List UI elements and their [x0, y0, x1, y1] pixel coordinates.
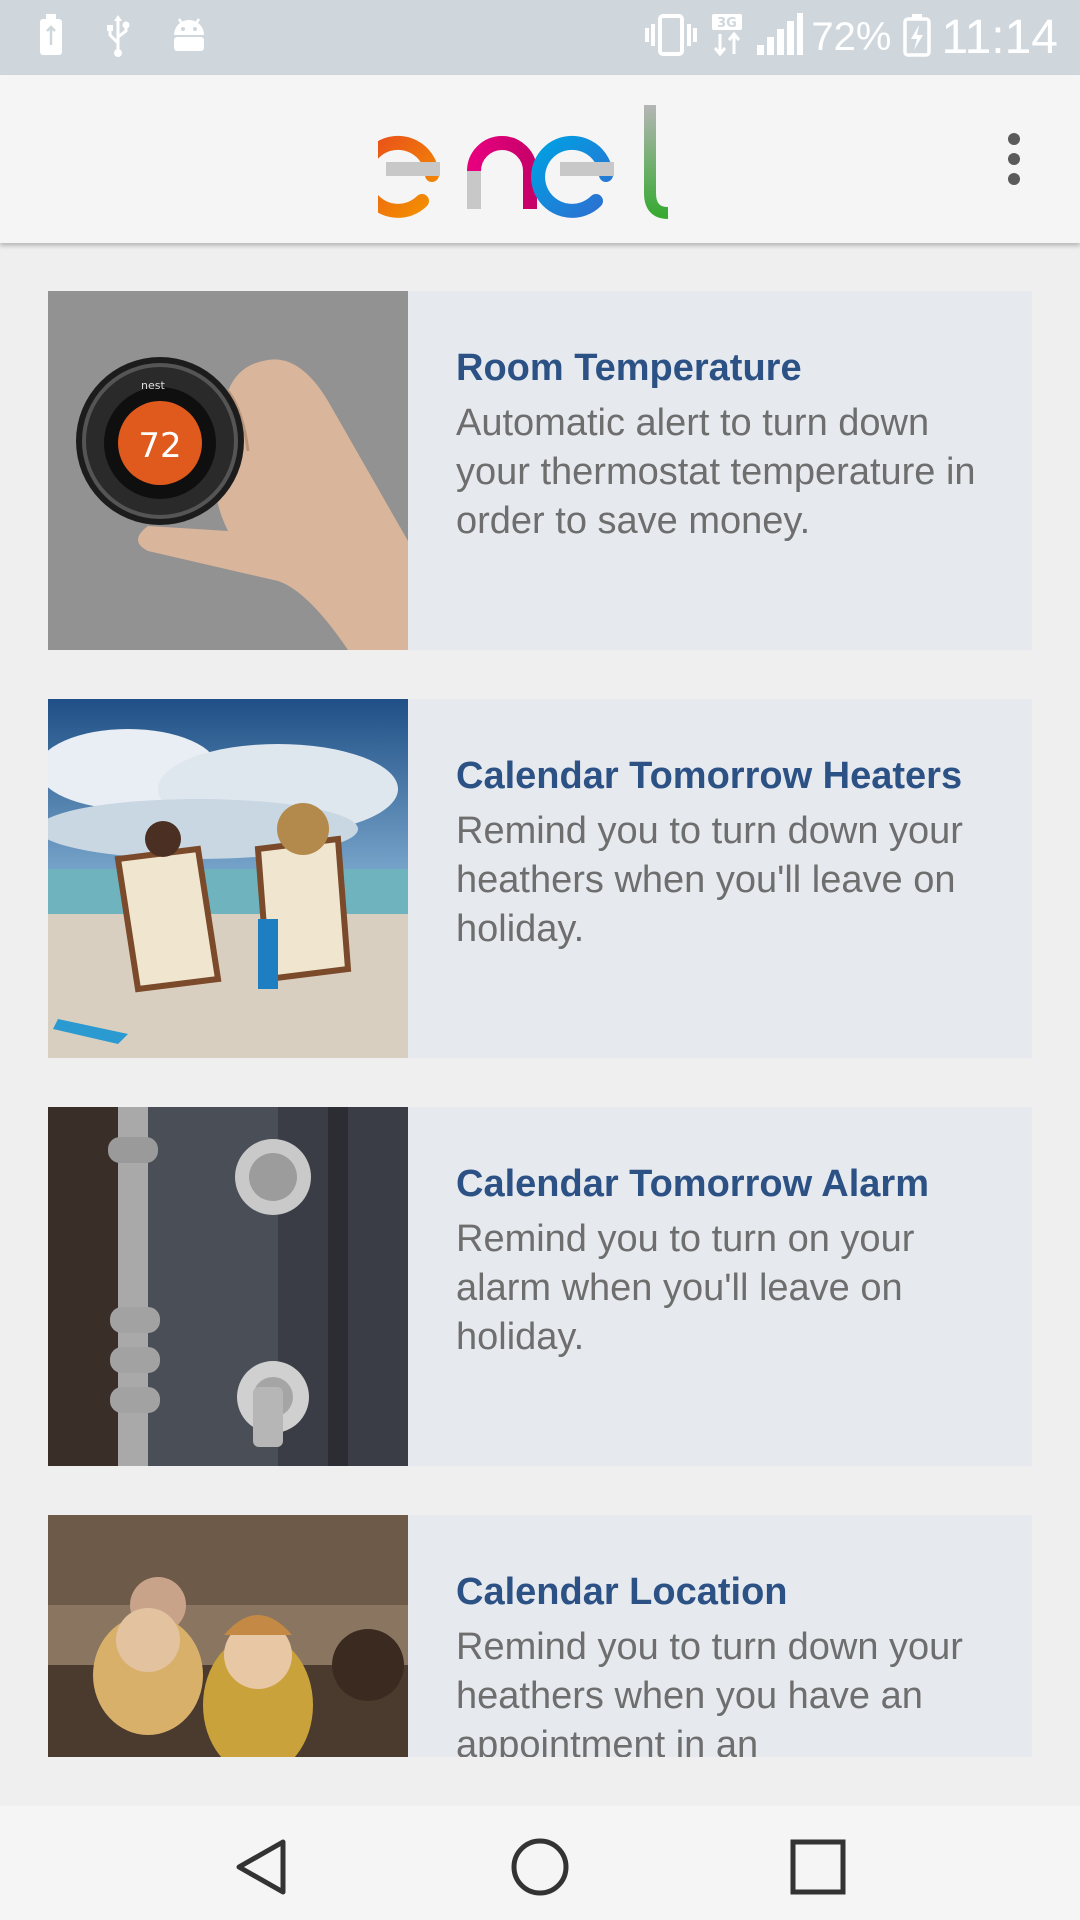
card-calendar-tomorrow-heaters[interactable]: Calendar Tomorrow Heaters Remind you to … — [48, 699, 1032, 1058]
svg-text:72: 72 — [138, 426, 181, 466]
vibrate-icon — [643, 12, 699, 63]
more-vertical-icon-dot — [1008, 153, 1020, 165]
card-body: Calendar Location Remind you to turn dow… — [408, 1515, 1032, 1757]
card-body: Calendar Tomorrow Heaters Remind you to … — [408, 699, 1032, 1058]
status-right-icons: 3G 72% 11:14 — [631, 10, 1058, 65]
home-button[interactable] — [505, 1832, 575, 1902]
card-description: Automatic alert to turn down your thermo… — [456, 402, 976, 542]
card-description: Remind you to turn on your alarm when yo… — [456, 1218, 915, 1358]
recents-button[interactable] — [783, 1832, 853, 1902]
card-body: Calendar Tomorrow Alarm Remind you to tu… — [408, 1107, 1032, 1466]
battery-usb-icon — [36, 13, 66, 62]
home-circle-icon — [511, 1838, 569, 1896]
svg-text:3G: 3G — [718, 16, 738, 31]
usb-icon — [104, 13, 132, 62]
battery-charging-icon — [903, 13, 932, 62]
card-description: Remind you to turn down your heathers wh… — [456, 810, 963, 950]
alerts-list[interactable]: nest 72 Room Temperature Automatic alert… — [0, 243, 1080, 1757]
card-title: Calendar Location — [456, 1571, 788, 1613]
overflow-menu-button[interactable] — [978, 123, 1050, 195]
enel-logo — [357, 97, 698, 227]
more-vertical-icon — [1008, 133, 1020, 145]
data-3g-icon: 3G — [711, 12, 743, 63]
app-bar — [0, 75, 1080, 243]
status-left-icons — [36, 13, 246, 62]
beach-chairs-photo — [48, 699, 408, 1058]
card-title: Calendar Tomorrow Heaters — [456, 755, 963, 797]
recents-square-icon — [790, 1839, 846, 1895]
card-calendar-tomorrow-alarm[interactable]: Calendar Tomorrow Alarm Remind you to tu… — [48, 1107, 1032, 1466]
navigation-bar — [0, 1806, 1080, 1920]
card-title: Room Temperature — [456, 347, 802, 389]
battery-percent: 72% — [811, 15, 892, 59]
card-calendar-location[interactable]: Calendar Location Remind you to turn dow… — [48, 1515, 1032, 1757]
restaurant-people-photo — [48, 1515, 408, 1757]
card-body: Room Temperature Automatic alert to turn… — [408, 291, 1032, 650]
svg-text:nest: nest — [141, 379, 165, 392]
card-room-temperature[interactable]: nest 72 Room Temperature Automatic alert… — [48, 291, 1032, 650]
signal-icon — [755, 13, 804, 62]
door-lock-photo — [48, 1107, 408, 1466]
status-bar: 3G 72% 11:14 — [0, 0, 1080, 75]
card-title: Calendar Tomorrow Alarm — [456, 1163, 929, 1205]
clock: 11:14 — [941, 11, 1058, 64]
android-icon — [170, 15, 208, 60]
thermostat-photo: nest 72 — [48, 291, 408, 650]
back-triangle-icon — [236, 1839, 286, 1895]
back-button[interactable] — [227, 1832, 297, 1902]
card-description: Remind you to turn down your heathers wh… — [456, 1626, 963, 1757]
more-vertical-icon-dot — [1008, 173, 1020, 185]
